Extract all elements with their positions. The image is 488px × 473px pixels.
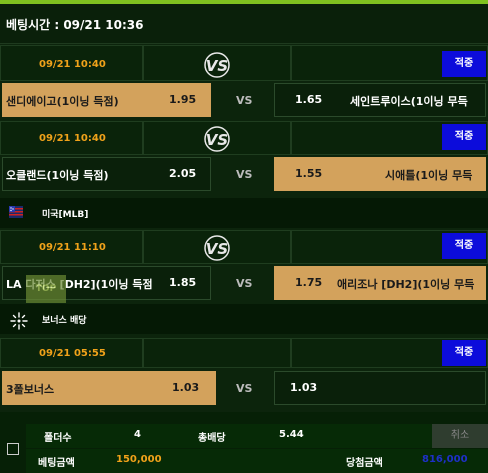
home-odds-button[interactable]: 샌디에이고(1이닝 득점) 1.95 bbox=[2, 83, 211, 117]
game-date-cell: 09/21 05:55 bbox=[0, 338, 143, 368]
game-date: 09/21 11:10 bbox=[39, 242, 106, 253]
away-team-name: 세인트루이스(1이닝 무득 bbox=[350, 95, 468, 108]
away-odds-value: 1.55 bbox=[295, 167, 323, 180]
away-odds-button[interactable]: 1.55 시애틀(1이닝 무득 bbox=[274, 157, 486, 191]
home-odds-value: 1.85 bbox=[169, 276, 197, 289]
game-result-cell: 적중 bbox=[291, 230, 488, 264]
vs-label: VS bbox=[236, 277, 253, 290]
league-label: 보너스 배당 bbox=[42, 316, 87, 326]
home-team-name: 샌디에이고(1이닝 득점) bbox=[6, 95, 119, 108]
away-team-name: 시애틀(1이닝 무득 bbox=[385, 169, 473, 182]
vs-logo-icon: VS bbox=[204, 235, 230, 261]
game-date-cell: 09/21 11:10 bbox=[0, 230, 143, 264]
bonus-sparkle-icon bbox=[10, 312, 28, 330]
vs-label: VS bbox=[236, 94, 253, 107]
game-date-cell: 09/21 10:40 bbox=[0, 45, 143, 81]
game-vs-cell bbox=[143, 338, 291, 368]
svg-text:VS: VS bbox=[206, 131, 228, 149]
home-odds-value: 1.95 bbox=[169, 93, 197, 106]
away-odds-button[interactable]: 1.75 애리조나 [DH2](1이닝 무득 bbox=[274, 266, 486, 300]
league-label: 미국[MLB] bbox=[42, 210, 89, 220]
game-date: 09/21 05:55 bbox=[39, 348, 106, 359]
game-result-cell: 적중 bbox=[291, 338, 488, 368]
game-vs-cell: VS bbox=[143, 230, 291, 264]
bet-header: 베팅시간 : 09/21 10:36 bbox=[0, 4, 488, 44]
game-vs-cell: VS bbox=[143, 45, 291, 81]
home-odds-button[interactable]: 3폴보너스 1.03 bbox=[2, 371, 216, 405]
game-result-cell: 적중 bbox=[291, 121, 488, 155]
svg-text:VS: VS bbox=[206, 57, 228, 75]
select-all-checkbox[interactable] bbox=[7, 443, 19, 455]
bet-amount-label: 베팅금액 bbox=[38, 458, 75, 469]
bet-slip: 베팅시간 : 09/21 10:36 09/21 10:40 VS 적중 샌디에… bbox=[0, 0, 488, 473]
vs-label: VS bbox=[236, 382, 253, 395]
home-odds-value: 2.05 bbox=[169, 167, 197, 180]
svg-text:VS: VS bbox=[206, 240, 228, 258]
vs-logo-icon: VS bbox=[204, 52, 230, 78]
away-odds-value: 1.75 bbox=[295, 276, 323, 289]
home-odds-value: 1.03 bbox=[172, 381, 200, 394]
league-row: 보너스 배당 bbox=[0, 304, 488, 334]
summary-row-amount: 베팅금액 150,000 당첨금액 816,000 bbox=[26, 449, 488, 473]
result-badge[interactable]: 적중 bbox=[442, 124, 486, 150]
away-odds-value: 1.03 bbox=[290, 381, 318, 394]
home-team-name: 3폴보너스 bbox=[6, 383, 55, 396]
away-team-name: 애리조나 [DH2](1이닝 무득 bbox=[337, 278, 475, 291]
result-badge[interactable]: 적중 bbox=[442, 233, 486, 259]
result-badge[interactable]: 적중 bbox=[442, 340, 486, 366]
game-date: 09/21 10:40 bbox=[39, 59, 106, 70]
vs-label: VS bbox=[236, 168, 253, 181]
scroll-top-button[interactable]: TOP bbox=[26, 275, 66, 303]
mlb-flag-icon bbox=[9, 206, 23, 218]
summary-row-odds: 폴더수 4 총배당 5.44 bbox=[26, 424, 488, 448]
betting-time: 베팅시간 : 09/21 10:36 bbox=[6, 18, 144, 32]
away-odds-value: 1.65 bbox=[295, 93, 323, 106]
bet-amount-value: 150,000 bbox=[116, 454, 162, 465]
win-amount-label: 당첨금액 bbox=[346, 458, 383, 469]
result-badge[interactable]: 적중 bbox=[442, 51, 486, 77]
game-result-cell: 적중 bbox=[291, 45, 488, 81]
league-row: 미국[MLB] bbox=[0, 198, 488, 228]
total-odds-value: 5.44 bbox=[279, 429, 304, 440]
game-vs-cell: VS bbox=[143, 121, 291, 155]
game-date: 09/21 10:40 bbox=[39, 133, 106, 144]
away-odds-button[interactable]: 1.65 세인트루이스(1이닝 무득 bbox=[274, 83, 486, 117]
home-team-name: 오클랜드(1이닝 득점) bbox=[6, 169, 109, 182]
game-date-cell: 09/21 10:40 bbox=[0, 121, 143, 155]
cancel-button[interactable]: 취소 bbox=[432, 424, 488, 448]
total-odds-label: 총배당 bbox=[198, 433, 226, 444]
home-odds-button[interactable]: 오클랜드(1이닝 득점) 2.05 bbox=[2, 157, 211, 191]
folder-count-value: 4 bbox=[134, 429, 141, 440]
vs-logo-icon: VS bbox=[204, 126, 230, 152]
win-amount-value: 816,000 bbox=[422, 454, 468, 465]
folder-count-label: 폴더수 bbox=[44, 433, 72, 444]
away-odds-button[interactable]: 1.03 bbox=[274, 371, 486, 405]
